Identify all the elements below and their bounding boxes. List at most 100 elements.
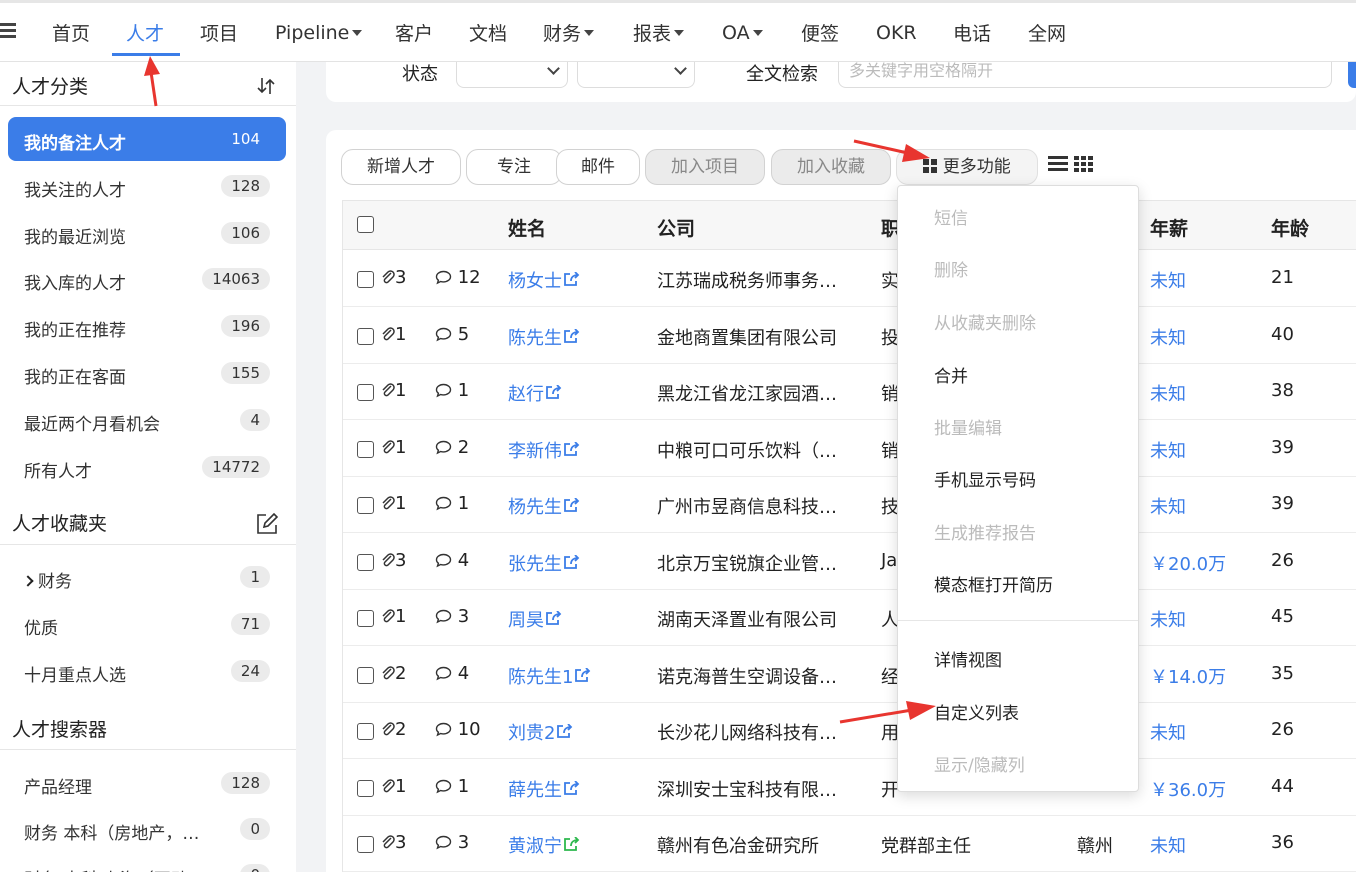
dropdown-menu-item[interactable]: 短信: [934, 204, 968, 229]
toolbar-button[interactable]: 新增人才: [341, 149, 461, 185]
nav-item-2[interactable]: 项目: [200, 3, 238, 62]
candidate-name-link[interactable]: 黄淑宁: [508, 832, 580, 858]
candidate-name-link[interactable]: 陈先生1: [508, 663, 591, 689]
nav-item-11[interactable]: 电话: [953, 3, 991, 62]
candidate-name-link[interactable]: 刘贵2: [508, 719, 573, 745]
sidebar-item[interactable]: 十月重点人选 24: [8, 649, 286, 693]
candidate-name-link[interactable]: 杨女士: [508, 267, 580, 293]
row-checkbox[interactable]: [357, 779, 374, 797]
sidebar-item[interactable]: 我的正在客面 155: [8, 351, 286, 395]
nav-item-4[interactable]: 客户: [395, 3, 433, 62]
attachment-count[interactable]: 1: [381, 493, 406, 514]
sidebar-item[interactable]: 优质 71: [8, 602, 286, 646]
sidebar-item[interactable]: 我的最近浏览 106: [8, 211, 286, 255]
nav-item-8[interactable]: OA: [722, 3, 763, 62]
table-row[interactable]: 3 3 黄淑宁 赣州有色冶金研究所 党群部主任 赣州 未知 36: [343, 816, 1356, 872]
header-salary[interactable]: 年薪: [1150, 214, 1188, 241]
open-link-icon[interactable]: [556, 723, 573, 739]
comment-count[interactable]: 10: [435, 719, 481, 740]
candidate-name-link[interactable]: 周昊: [508, 606, 562, 632]
candidate-name-link[interactable]: 薛先生: [508, 776, 580, 802]
candidate-name-link[interactable]: 李新伟: [508, 437, 580, 463]
attachment-count[interactable]: 2: [381, 719, 406, 740]
sidebar-item[interactable]: 最近两个月看机会 4: [8, 398, 286, 442]
row-checkbox[interactable]: [357, 271, 374, 288]
comment-count[interactable]: 3: [435, 606, 469, 627]
dropdown-menu-item[interactable]: 批量编辑: [934, 414, 1002, 439]
header-age[interactable]: 年龄: [1271, 214, 1309, 241]
dropdown-menu-item[interactable]: 详情视图: [934, 646, 1002, 671]
toolbar-button[interactable]: 邮件: [556, 149, 640, 185]
dropdown-menu-item[interactable]: 合并: [934, 362, 968, 387]
row-checkbox[interactable]: [357, 723, 374, 740]
open-link-icon[interactable]: [563, 327, 580, 344]
table-row[interactable]: 1 1 赵行 黑龙江省龙江家园酒… 销未知 38: [343, 364, 1356, 420]
open-link-icon[interactable]: [563, 271, 580, 287]
attachment-count[interactable]: 1: [381, 606, 406, 627]
sidebar-item[interactable]: 所有人才 14772: [8, 445, 286, 489]
attachment-count[interactable]: 3: [381, 550, 406, 571]
open-link-icon[interactable]: [563, 497, 580, 513]
open-link-icon[interactable]: [563, 440, 580, 457]
comment-count[interactable]: 1: [435, 380, 469, 401]
fulltext-search-input[interactable]: 多关键字用空格隔开: [838, 61, 1332, 88]
row-checkbox[interactable]: [357, 836, 374, 853]
select-all-checkbox[interactable]: [357, 216, 374, 233]
menu-icon[interactable]: [0, 23, 16, 39]
sidebar-item[interactable]: 财务 1: [8, 555, 286, 599]
nav-item-6[interactable]: 财务: [543, 3, 595, 62]
nav-item-10[interactable]: OKR: [876, 3, 917, 62]
header-name[interactable]: 姓名: [508, 214, 546, 241]
comment-count[interactable]: 4: [435, 663, 469, 684]
header-company[interactable]: 公司: [657, 214, 695, 241]
candidate-name-link[interactable]: 陈先生: [508, 324, 580, 350]
comment-count[interactable]: 12: [435, 267, 481, 288]
row-checkbox[interactable]: [357, 497, 374, 514]
nav-item-9[interactable]: 便签: [801, 3, 839, 62]
table-row[interactable]: 1 2 李新伟 中粮可口可乐饮料（… 销未知 39: [343, 421, 1356, 477]
attachment-count[interactable]: 1: [381, 776, 406, 797]
row-checkbox[interactable]: [357, 440, 374, 458]
status-sub-select[interactable]: [577, 62, 695, 88]
row-checkbox[interactable]: [357, 327, 374, 345]
table-row[interactable]: 2 4 陈先生1 诺克海普生空调设备… 经 ￥14.0万 35: [343, 647, 1356, 703]
open-link-icon[interactable]: [563, 779, 580, 796]
dropdown-menu-item[interactable]: 手机显示号码: [934, 466, 1036, 491]
attachment-count[interactable]: 1: [381, 324, 406, 345]
open-link-icon[interactable]: [574, 666, 591, 683]
table-row[interactable]: 1 5 陈先生 金地商置集团有限公司投未知 40: [343, 308, 1356, 364]
table-row[interactable]: 1 1 杨先生 广州市昱商信息科技… 技未知 39: [343, 477, 1356, 533]
sidebar-item[interactable]: 财务 本科（房地产，… 0: [8, 807, 286, 851]
open-link-icon[interactable]: [545, 384, 562, 400]
sidebar-item[interactable]: 产品经理 128: [8, 761, 286, 805]
sidebar-item[interactable]: 我的正在推荐 196: [8, 304, 286, 348]
open-link-icon[interactable]: [545, 610, 562, 626]
table-row[interactable]: 1 3 周昊 湖南天泽置业有限公司人未知 45: [343, 590, 1356, 646]
row-checkbox[interactable]: [357, 610, 374, 627]
chevron-right-icon[interactable]: [22, 575, 34, 587]
nav-item-0[interactable]: 首页: [52, 3, 90, 62]
comment-count[interactable]: 1: [435, 493, 469, 514]
row-checkbox[interactable]: [357, 553, 374, 571]
attachment-count[interactable]: 1: [381, 437, 406, 458]
sidebar-item[interactable]: 我入库的人才 14063: [8, 257, 286, 301]
row-checkbox[interactable]: [357, 666, 374, 684]
attachment-count[interactable]: 3: [381, 832, 406, 853]
nav-item-12[interactable]: 全网: [1028, 3, 1066, 62]
sidebar-item[interactable]: 我的备注人才 104: [8, 117, 286, 161]
edit-icon[interactable]: [256, 513, 278, 535]
open-link-icon[interactable]: [563, 836, 580, 852]
attachment-count[interactable]: 2: [381, 663, 406, 684]
table-row[interactable]: 1 1 薛先生 深圳安士宝科技有限… 开 ￥36.0万 44: [343, 760, 1356, 816]
comment-count[interactable]: 3: [435, 832, 469, 853]
attachment-count[interactable]: 1: [381, 380, 406, 401]
comment-count[interactable]: 4: [435, 550, 469, 571]
dropdown-menu-item[interactable]: 显示/隐藏列: [934, 751, 1025, 776]
attachment-count[interactable]: 3: [381, 267, 406, 288]
grid-view-icon[interactable]: [1074, 156, 1094, 172]
comment-count[interactable]: 2: [435, 437, 469, 458]
sidebar-item[interactable]: 我关注的人才 128: [8, 164, 286, 208]
sidebar-item[interactable]: 财务 本科 上海（不动… 0: [8, 853, 286, 872]
status-select[interactable]: [456, 62, 568, 88]
toolbar-button[interactable]: 专注: [466, 149, 562, 185]
